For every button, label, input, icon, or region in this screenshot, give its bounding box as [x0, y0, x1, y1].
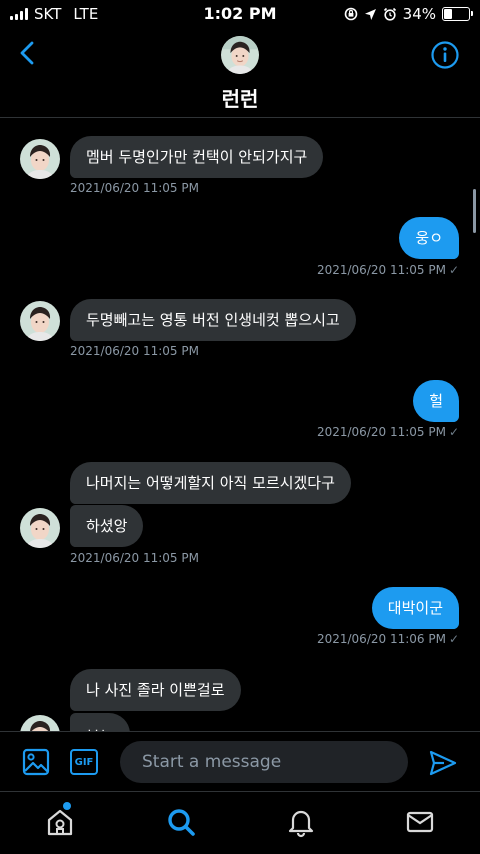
avatar-image — [20, 139, 60, 179]
message-bubble-received[interactable]: 멤버 두명인가만 컨택이 안되가지구 — [70, 136, 324, 178]
message-timestamp: 2021/06/20 11:05 PM — [70, 181, 199, 195]
message-timestamp-text: 2021/06/20 11:05 PM — [316, 425, 446, 439]
battery-percent: 34% — [402, 5, 436, 23]
message-bubble-sent[interactable]: 웅ㅇ — [399, 217, 459, 259]
read-check-icon: ✓ — [448, 632, 459, 646]
message-timestamp: 2021/06/20 11:05 PM — [70, 344, 199, 358]
message-bubble-received[interactable]: 나머지는 어떻게할지 아직 모르시겠다구 — [70, 462, 351, 504]
notification-dot — [63, 802, 71, 810]
search-icon — [168, 809, 195, 836]
tab-messages[interactable] — [404, 806, 436, 838]
message-composer: GIF Start a message — [0, 731, 480, 791]
bottom-tab-bar — [0, 791, 480, 854]
message-timestamp: 2021/06/20 11:05 PM ✓ — [317, 263, 459, 277]
message-timestamp-text: 2021/06/20 11:06 PM — [316, 632, 446, 646]
status-bar: SKT LTE 1:02 PM 34% — [0, 0, 480, 28]
read-check-icon: ✓ — [448, 425, 459, 439]
avatar-image — [20, 508, 60, 548]
alarm-icon — [383, 7, 396, 21]
home-icon — [47, 809, 73, 836]
message-timestamp-text: 2021/06/20 11:05 PM — [316, 263, 446, 277]
message-timestamp: 2021/06/20 11:06 PM ✓ — [317, 632, 459, 646]
conversation-header: 런런 — [0, 28, 480, 118]
avatar[interactable] — [20, 301, 60, 341]
message-bubble-sent[interactable]: 대박이군 — [371, 587, 459, 629]
avatar-image — [221, 36, 259, 74]
message-timestamp: 2021/06/20 11:05 PM — [70, 551, 199, 565]
message-bubble-sent[interactable]: 헐 — [413, 380, 459, 422]
message-list[interactable]: 멤버 두명인가만 컨택이 안되가지구 2021/06/20 11:05 PM 웅… — [0, 119, 480, 731]
gif-icon[interactable]: GIF — [70, 749, 98, 775]
conversation-name: 런런 — [221, 87, 259, 111]
tab-notifications[interactable] — [285, 806, 317, 838]
avatar-image — [20, 715, 60, 731]
read-check-icon: ✓ — [448, 263, 459, 277]
message-timestamp: 2021/06/20 11:05 PM ✓ — [317, 425, 459, 439]
tab-home[interactable] — [44, 802, 76, 838]
bell-icon — [288, 810, 314, 838]
avatar[interactable] — [20, 715, 60, 731]
avatar[interactable] — [221, 36, 259, 74]
message-bubble-received[interactable]: ㅂㄴ — [70, 713, 130, 731]
screen-lock-icon — [344, 7, 357, 21]
message-bubble-received[interactable]: 하셨앙 — [70, 505, 144, 547]
chevron-left-icon[interactable] — [14, 38, 40, 68]
avatar[interactable] — [20, 139, 60, 179]
battery-fill — [444, 9, 452, 19]
avatar[interactable] — [20, 508, 60, 548]
avatar-image — [20, 301, 60, 341]
info-icon[interactable] — [430, 40, 460, 70]
mail-icon — [406, 811, 434, 833]
scrollbar[interactable] — [473, 189, 476, 233]
location-icon — [364, 8, 376, 20]
send-icon[interactable] — [428, 748, 458, 778]
message-input[interactable]: Start a message — [120, 741, 408, 783]
tab-search[interactable] — [165, 806, 197, 838]
message-bubble-received[interactable]: 두명빼고는 영통 버전 인생네컷 뽑으시고 — [70, 299, 356, 341]
battery-icon — [442, 7, 473, 21]
message-bubble-received[interactable]: 나 사진 졸라 이쁜걸로 — [70, 669, 241, 711]
status-right: 34% — [344, 5, 473, 23]
image-icon[interactable] — [22, 748, 50, 776]
